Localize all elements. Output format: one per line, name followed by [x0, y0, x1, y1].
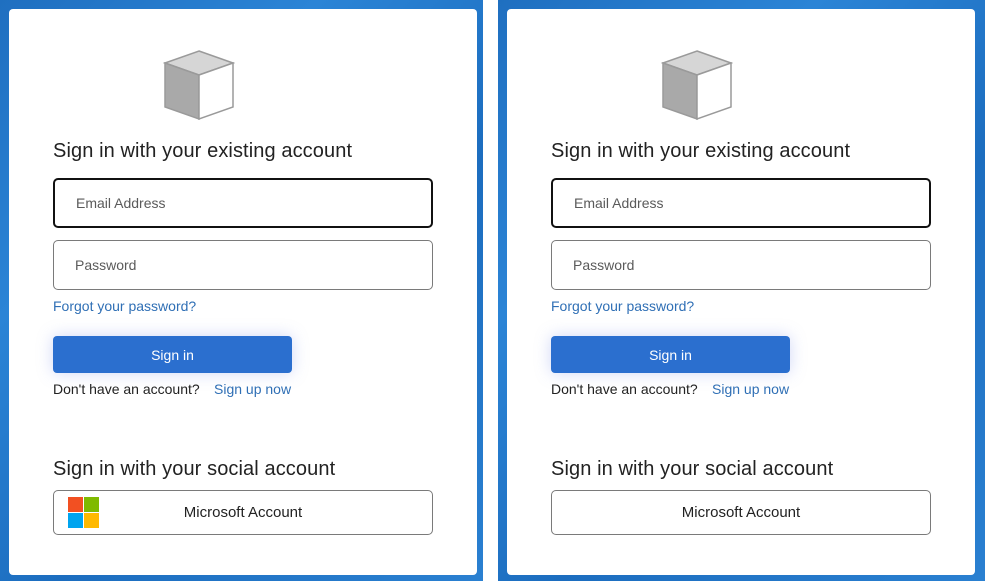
signin-panel-left: Sign in with your existing account Forgo…	[0, 0, 483, 581]
password-field[interactable]	[53, 240, 433, 290]
signin-panel-right: Sign in with your existing account Forgo…	[498, 0, 985, 581]
email-field[interactable]	[551, 178, 931, 228]
forgot-password-link[interactable]: Forgot your password?	[53, 298, 196, 314]
microsoft-account-label: Microsoft Account	[183, 504, 303, 521]
password-field[interactable]	[551, 240, 931, 290]
no-account-text: Don't have an account?	[53, 381, 200, 397]
sign-up-link[interactable]: Sign up now	[214, 381, 291, 397]
social-account-heading: Sign in with your social account	[53, 458, 336, 480]
microsoft-account-button[interactable]: Microsoft Account	[551, 490, 931, 535]
panel-divider	[483, 0, 498, 581]
no-account-text: Don't have an account?	[551, 381, 698, 397]
forgot-password-link[interactable]: Forgot your password?	[551, 298, 694, 314]
microsoft-account-label: Microsoft Account	[681, 504, 801, 521]
social-account-heading: Sign in with your social account	[551, 458, 834, 480]
cube-icon	[661, 50, 733, 121]
existing-account-heading: Sign in with your existing account	[551, 140, 851, 162]
existing-account-heading: Sign in with your existing account	[53, 140, 353, 162]
cube-icon	[163, 50, 235, 121]
microsoft-account-button[interactable]: Microsoft Account	[53, 490, 433, 535]
email-field[interactable]	[53, 178, 433, 228]
signin-card: Sign in with your existing account Forgo…	[9, 9, 477, 575]
sign-in-button[interactable]: Sign in	[53, 336, 292, 373]
signin-card: Sign in with your existing account Forgo…	[507, 9, 975, 575]
sign-in-button[interactable]: Sign in	[551, 336, 790, 373]
sign-up-link[interactable]: Sign up now	[712, 381, 789, 397]
